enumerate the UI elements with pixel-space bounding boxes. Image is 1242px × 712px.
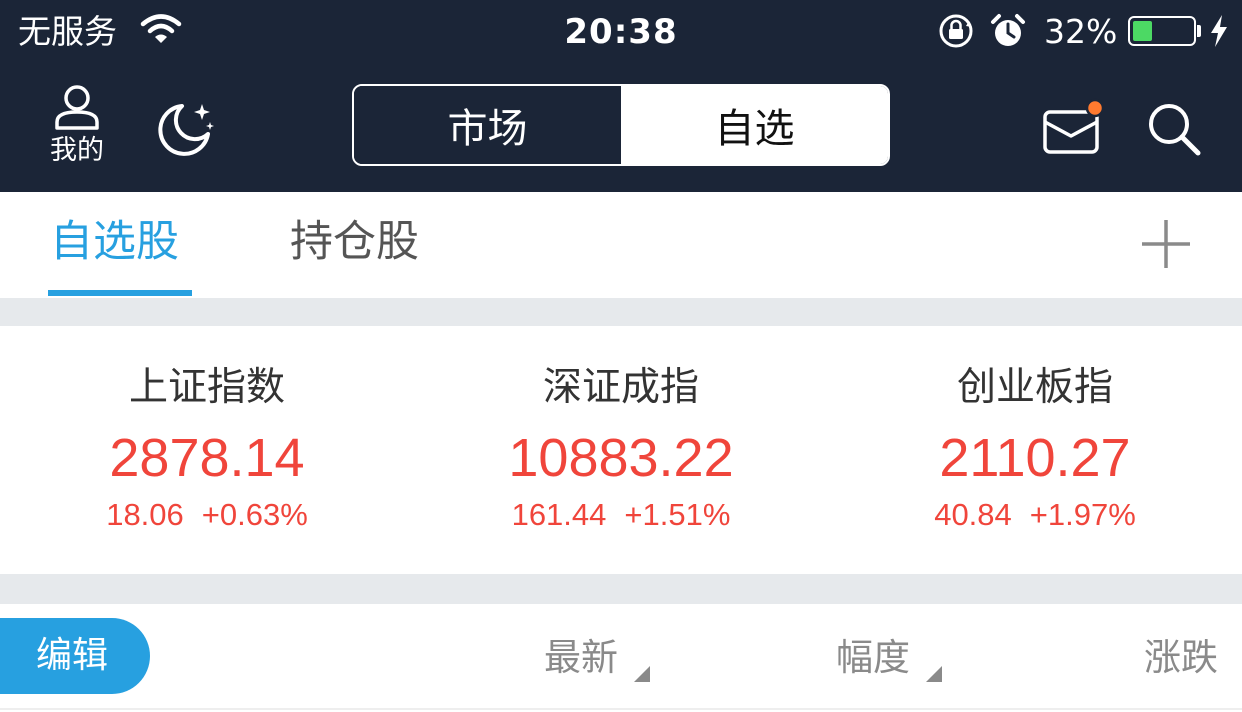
market-segment-control: 市场 自选	[352, 84, 890, 166]
index-value: 2878.14	[109, 428, 305, 488]
top-bar: 无服务 20:38 32% 我的 市场 自选	[0, 0, 1242, 192]
index-change-row: 18.06 +0.63%	[0, 496, 414, 534]
me-label: 我的	[50, 135, 104, 166]
index-change: 18.06	[106, 497, 184, 532]
index-change-pct: +1.97%	[1029, 497, 1136, 532]
night-mode-icon[interactable]	[152, 98, 216, 158]
index-change: 40.84	[934, 497, 1012, 532]
battery-icon	[1128, 16, 1196, 46]
index-name: 创业板指	[956, 365, 1113, 410]
mail-badge	[1085, 98, 1105, 118]
mail-icon[interactable]	[1040, 98, 1106, 158]
index-name: 深证成指	[542, 365, 699, 410]
market-indices: 上证指数 2878.14 18.06 +0.63% 深证成指 10883.22 1…	[0, 326, 1242, 574]
watchlist-tabs: 自选股 持仓股	[0, 192, 1242, 298]
tab-holding-stocks[interactable]: 持仓股	[290, 214, 419, 270]
index-change: 161.44	[511, 497, 607, 532]
battery-tip	[1197, 25, 1201, 37]
sort-indicator-icon	[926, 666, 942, 682]
segment-watchlist[interactable]: 自选	[621, 86, 888, 164]
index-value: 10883.22	[508, 428, 734, 488]
rotation-lock-icon	[939, 14, 973, 48]
index-change-row: 40.84 +1.97%	[828, 496, 1242, 534]
index-card-shenzhen[interactable]: 深证成指 10883.22 161.44 +1.51%	[414, 326, 828, 574]
index-value: 2110.27	[939, 428, 1131, 488]
index-change-pct: +1.51%	[624, 497, 731, 532]
alarm-icon	[991, 14, 1025, 46]
tab-watchlist-stocks[interactable]: 自选股	[50, 214, 179, 270]
battery-percent: 32%	[1044, 12, 1118, 51]
nav-bar: 我的 市场 自选	[0, 66, 1242, 192]
index-card-shanghai[interactable]: 上证指数 2878.14 18.06 +0.63%	[0, 326, 414, 574]
section-divider	[0, 298, 1242, 326]
sort-indicator-icon	[634, 666, 650, 682]
search-icon[interactable]	[1144, 100, 1204, 158]
user-icon	[55, 85, 99, 130]
list-divider	[0, 708, 1242, 710]
column-latest-price[interactable]: 最新	[544, 634, 618, 682]
me-button[interactable]: 我的	[42, 84, 112, 172]
index-name: 上证指数	[128, 365, 285, 410]
section-divider	[0, 574, 1242, 604]
column-change-percent[interactable]: 幅度	[836, 634, 910, 682]
stock-list-header: 编辑 最新 幅度 涨跌	[0, 604, 1242, 712]
segment-market[interactable]: 市场	[354, 86, 621, 164]
edit-button[interactable]: 编辑	[0, 618, 150, 694]
battery-level-fill	[1133, 21, 1152, 41]
plus-icon[interactable]	[1140, 218, 1192, 270]
charging-bolt-icon	[1211, 15, 1227, 47]
column-price-change[interactable]: 涨跌	[1144, 634, 1218, 682]
status-bar: 无服务 20:38 32%	[0, 0, 1242, 66]
active-tab-indicator	[48, 290, 192, 296]
index-change-pct: +0.63%	[201, 497, 308, 532]
index-card-chinext[interactable]: 创业板指 2110.27 40.84 +1.97%	[828, 326, 1242, 574]
index-change-row: 161.44 +1.51%	[414, 496, 828, 534]
